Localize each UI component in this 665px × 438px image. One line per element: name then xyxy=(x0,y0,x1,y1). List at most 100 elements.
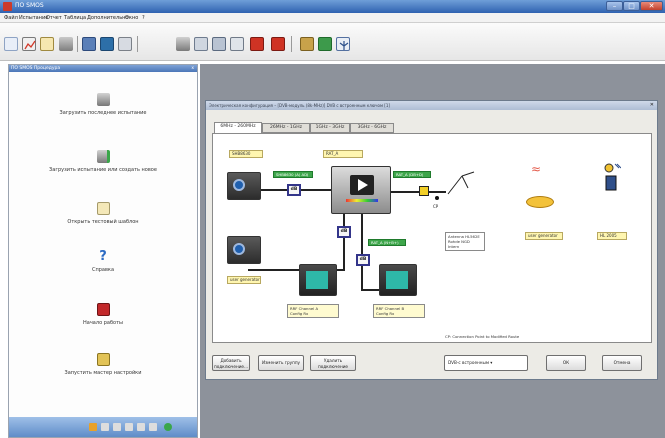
coupler-icon[interactable] xyxy=(419,186,429,196)
menu-table[interactable]: Таблица xyxy=(64,15,86,21)
user-device-icon[interactable] xyxy=(526,196,554,208)
wire xyxy=(343,214,345,269)
menu-window[interactable]: Окно xyxy=(125,15,138,21)
nav-icon[interactable] xyxy=(149,423,157,431)
help-icon: ? xyxy=(99,249,107,264)
antenna-info: Antenna HL562E Rohde NGD Intern xyxy=(445,232,485,251)
signal-generator-bottom[interactable] xyxy=(227,236,261,264)
tab-band-3[interactable]: 1GHz - 3GHz xyxy=(310,123,350,133)
chart-icon[interactable] xyxy=(22,37,36,51)
add-connection-button[interactable]: Добавить подключение... xyxy=(212,355,250,371)
nav-icon[interactable] xyxy=(137,423,145,431)
database-icon xyxy=(96,93,110,106)
document-icon[interactable] xyxy=(40,37,54,51)
generator-bottom-label: user generator xyxy=(227,276,261,284)
task-label: Запустить мастер настройки xyxy=(64,370,142,376)
plug-icon[interactable] xyxy=(230,37,244,51)
menu-test[interactable]: Испытание xyxy=(19,15,48,21)
remove-connection-button[interactable]: Удалить подключение xyxy=(310,355,356,371)
dialog-close-icon[interactable]: ✕ xyxy=(650,102,654,108)
menu-help[interactable]: ? xyxy=(142,15,145,21)
generator-top-label: SHB8630 xyxy=(229,150,263,158)
wizard-icon xyxy=(96,353,110,366)
task-label: Загрузить испытание или создать новое xyxy=(49,167,157,173)
title-bar: ПО SMOS – □ ✕ xyxy=(0,0,665,13)
task-panel-header: ПО SMOS Процедура x xyxy=(9,65,197,72)
menu-extras[interactable]: Дополнительно xyxy=(87,15,128,21)
task-load-last-test[interactable]: Загрузить последнее испытание xyxy=(9,93,197,116)
config-select[interactable]: DVB-с встроенным ▾ xyxy=(444,355,528,371)
diagram-pane: SHB8630 RAT_A SHB8630 (A) ADJ RAT_A (DB+… xyxy=(212,133,652,343)
dialog-title: Электрическая конфигурация – [DVB-модуль… xyxy=(206,101,657,110)
tool-red-icon[interactable] xyxy=(250,37,264,51)
task-load-or-new-test[interactable]: Загрузить испытание или создать новое xyxy=(9,150,197,173)
nav-icon[interactable] xyxy=(125,423,133,431)
task-label: Начало работы xyxy=(83,320,123,326)
display-icon[interactable] xyxy=(212,37,226,51)
green-label-3: RAT_A (N+B+) Cmdr xyxy=(368,239,406,250)
receiver-a[interactable] xyxy=(299,264,337,296)
menu-report[interactable]: Отчет xyxy=(46,15,62,21)
maximize-button[interactable]: □ xyxy=(623,1,640,11)
attenuator-2[interactable]: dB xyxy=(337,226,351,238)
rat-label: RAT_A xyxy=(323,150,363,158)
monitor-icon[interactable] xyxy=(100,37,114,51)
ok-button[interactable]: ОК xyxy=(546,355,586,371)
task-open-template[interactable]: Открыть тестовый шаблон xyxy=(9,202,197,225)
task-setup-wizard[interactable]: Запустить мастер настройки xyxy=(9,353,197,376)
receiver-b[interactable] xyxy=(379,264,417,296)
toolbar xyxy=(0,23,665,61)
antenna-info-line-2: Rohde NGD Intern xyxy=(448,239,470,249)
status-stripe xyxy=(346,199,378,202)
app-icon xyxy=(3,2,12,11)
connection-point-icon xyxy=(435,196,439,200)
nav-icon[interactable] xyxy=(101,423,109,431)
wrench-icon[interactable] xyxy=(318,37,332,51)
cancel-button[interactable]: Отмена xyxy=(602,355,642,371)
green-label-1: SHB8630 (A) ADJ xyxy=(273,171,313,178)
menu-file[interactable]: Файл xyxy=(4,15,18,21)
receiver-a-line-2: Config Rx xyxy=(290,311,309,316)
server-icon[interactable] xyxy=(176,37,190,51)
cp-note: CP: Connection Point to Modified Route xyxy=(445,334,520,339)
database-icon[interactable] xyxy=(59,37,73,51)
antenna-icon[interactable] xyxy=(446,168,476,196)
task-panel-close-icon[interactable]: x xyxy=(191,65,194,72)
task-getting-started[interactable]: Начало работы xyxy=(9,303,197,326)
new-file-icon[interactable] xyxy=(4,37,18,51)
document-icon xyxy=(96,202,110,215)
task-help[interactable]: ? Справка xyxy=(9,250,197,273)
nav-icon[interactable] xyxy=(113,423,121,431)
wire xyxy=(361,214,363,289)
antenna-icon[interactable] xyxy=(336,37,350,51)
user-generator-right-label: user generator xyxy=(525,232,563,240)
tab-band-4[interactable]: 3GHz - 6GHz xyxy=(350,123,394,133)
window-title: ПО SMOS xyxy=(15,2,44,9)
change-group-button[interactable]: Изменить группу xyxy=(258,355,304,371)
minimize-button[interactable]: – xyxy=(606,1,623,11)
home-icon[interactable] xyxy=(89,423,97,431)
tab-band-1[interactable]: 6MHz - 260MHz xyxy=(214,122,262,133)
cp-label: CP xyxy=(433,204,439,209)
tab-band-2[interactable]: 26MHz - 1GHz xyxy=(262,123,310,133)
network-icon[interactable] xyxy=(194,37,208,51)
dial-icon xyxy=(233,243,245,255)
close-button[interactable]: ✕ xyxy=(640,1,663,11)
task-panel: ПО SMOS Процедура x Загрузить последнее … xyxy=(8,64,198,438)
book-icon xyxy=(96,303,110,316)
wire xyxy=(248,269,303,271)
status-icon xyxy=(164,423,172,431)
rat-device[interactable] xyxy=(331,166,391,214)
probe-icon[interactable] xyxy=(603,162,622,194)
attenuator-3[interactable]: dB xyxy=(356,254,370,266)
task-panel-title: ПО SMOS Процедура xyxy=(11,66,61,71)
tool-red-2-icon[interactable] xyxy=(271,37,285,51)
print-icon[interactable] xyxy=(82,37,96,51)
tools-icon[interactable] xyxy=(300,37,314,51)
receiver-b-line-2: Config Rx xyxy=(376,311,395,316)
play-icon xyxy=(350,175,374,195)
signal-generator-top[interactable] xyxy=(227,172,261,200)
receiver-b-info: RRF Channel B Config Rx xyxy=(373,304,425,318)
attenuator-1[interactable]: dB xyxy=(287,184,301,196)
settings-icon[interactable] xyxy=(118,37,132,51)
